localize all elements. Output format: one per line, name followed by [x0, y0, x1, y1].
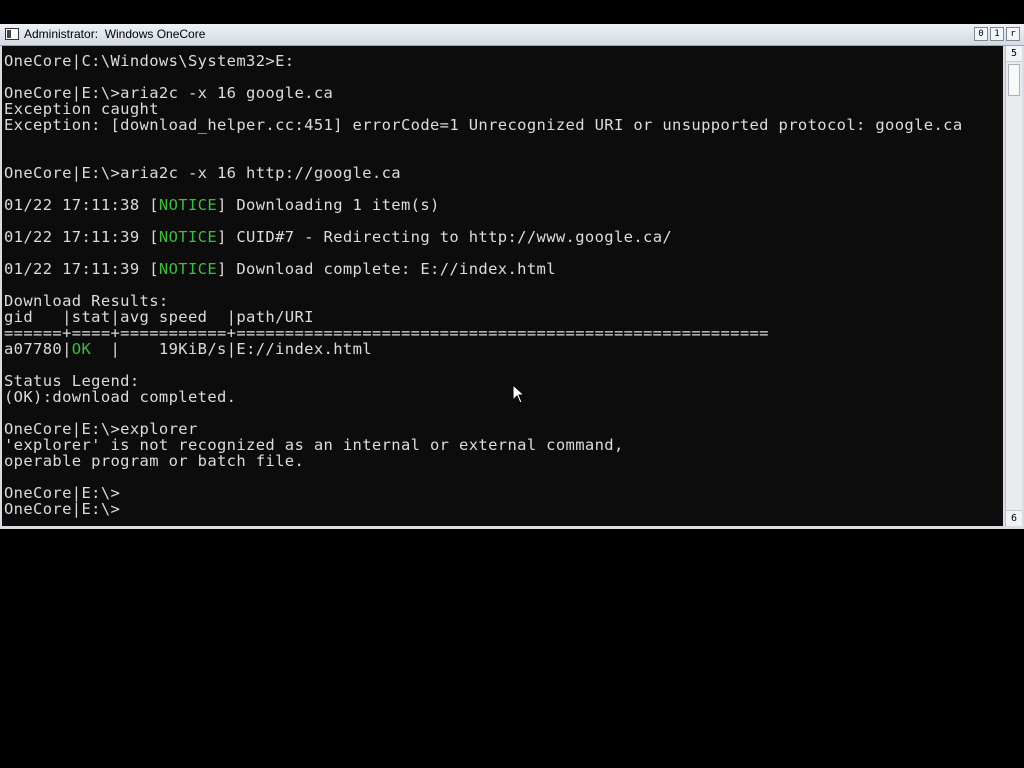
mouse-pointer-icon	[512, 384, 526, 404]
console-line: (OK):download completed.	[4, 388, 237, 406]
maximize-button[interactable]: 1	[990, 27, 1004, 41]
console-line: a07780|OK | 19KiB/s|E://index.html	[4, 341, 372, 357]
console-line: 'explorer' is not recognized as an inter…	[4, 436, 624, 454]
notice-tag: NOTICE	[158, 228, 218, 246]
console-output[interactable]: OneCore|C:\Windows\System32>E: OneCore|E…	[2, 46, 1003, 526]
log-message: ] Download complete: E://index.html	[217, 260, 556, 278]
notice-tag: NOTICE	[158, 260, 218, 278]
window-controls: 0 1 r	[974, 27, 1020, 42]
title-bar[interactable]: Administrator: Windows OneCore 0 1 r	[0, 24, 1024, 46]
close-button[interactable]: r	[1006, 27, 1020, 41]
log-timestamp: 01/22 17:11:39 [	[4, 260, 159, 278]
console-prompt[interactable]: OneCore|E:\>	[4, 501, 120, 517]
scroll-thumb[interactable]	[1008, 64, 1020, 96]
scroll-down-button[interactable]: 6	[1006, 510, 1022, 526]
console-app-icon[interactable]	[5, 28, 19, 40]
console-line: OneCore|E:\>	[4, 484, 121, 502]
window-title: Administrator: Windows OneCore	[24, 27, 206, 41]
console-line: 01/22 17:11:39 [NOTICE] Download complet…	[4, 261, 556, 277]
console-line: 01/22 17:11:38 [NOTICE] Downloading 1 it…	[4, 197, 440, 213]
minimize-button[interactable]: 0	[974, 27, 988, 41]
console-line: gid |stat|avg speed |path/URI	[4, 308, 314, 326]
console-line: OneCore|E:\>explorer	[4, 420, 198, 438]
console-line: OneCore|C:\Windows\System32>E:	[4, 52, 295, 70]
console-line: Exception: [download_helper.cc:451] erro…	[4, 116, 963, 134]
console-line: OneCore|E:\>aria2c -x 16 http://google.c…	[4, 164, 401, 182]
console-line: Exception caught	[4, 100, 159, 118]
log-message: ] CUID#7 - Redirecting to http://www.goo…	[217, 228, 673, 246]
log-timestamp: 01/22 17:11:39 [	[4, 228, 159, 246]
log-timestamp: 01/22 17:11:38 [	[4, 196, 159, 214]
notice-tag: NOTICE	[158, 196, 218, 214]
console-line: operable program or batch file.	[4, 452, 305, 470]
console-line: Download Results:	[4, 292, 169, 310]
console-line: ======+====+===========+================…	[4, 324, 769, 342]
console-line: Status Legend:	[4, 372, 140, 390]
vertical-scrollbar[interactable]: 5 6	[1005, 46, 1022, 526]
console-window[interactable]: Administrator: Windows OneCore 0 1 r One…	[0, 24, 1024, 529]
console-line: 01/22 17:11:39 [NOTICE] CUID#7 - Redirec…	[4, 229, 672, 245]
result-gid: a07780|	[4, 340, 72, 358]
log-message: ] Downloading 1 item(s)	[217, 196, 440, 214]
result-details: | 19KiB/s|E://index.html	[91, 340, 372, 358]
console-line: OneCore|E:\>aria2c -x 16 google.ca	[4, 84, 334, 102]
scroll-up-button[interactable]: 5	[1006, 46, 1022, 62]
status-ok: OK	[71, 340, 92, 358]
